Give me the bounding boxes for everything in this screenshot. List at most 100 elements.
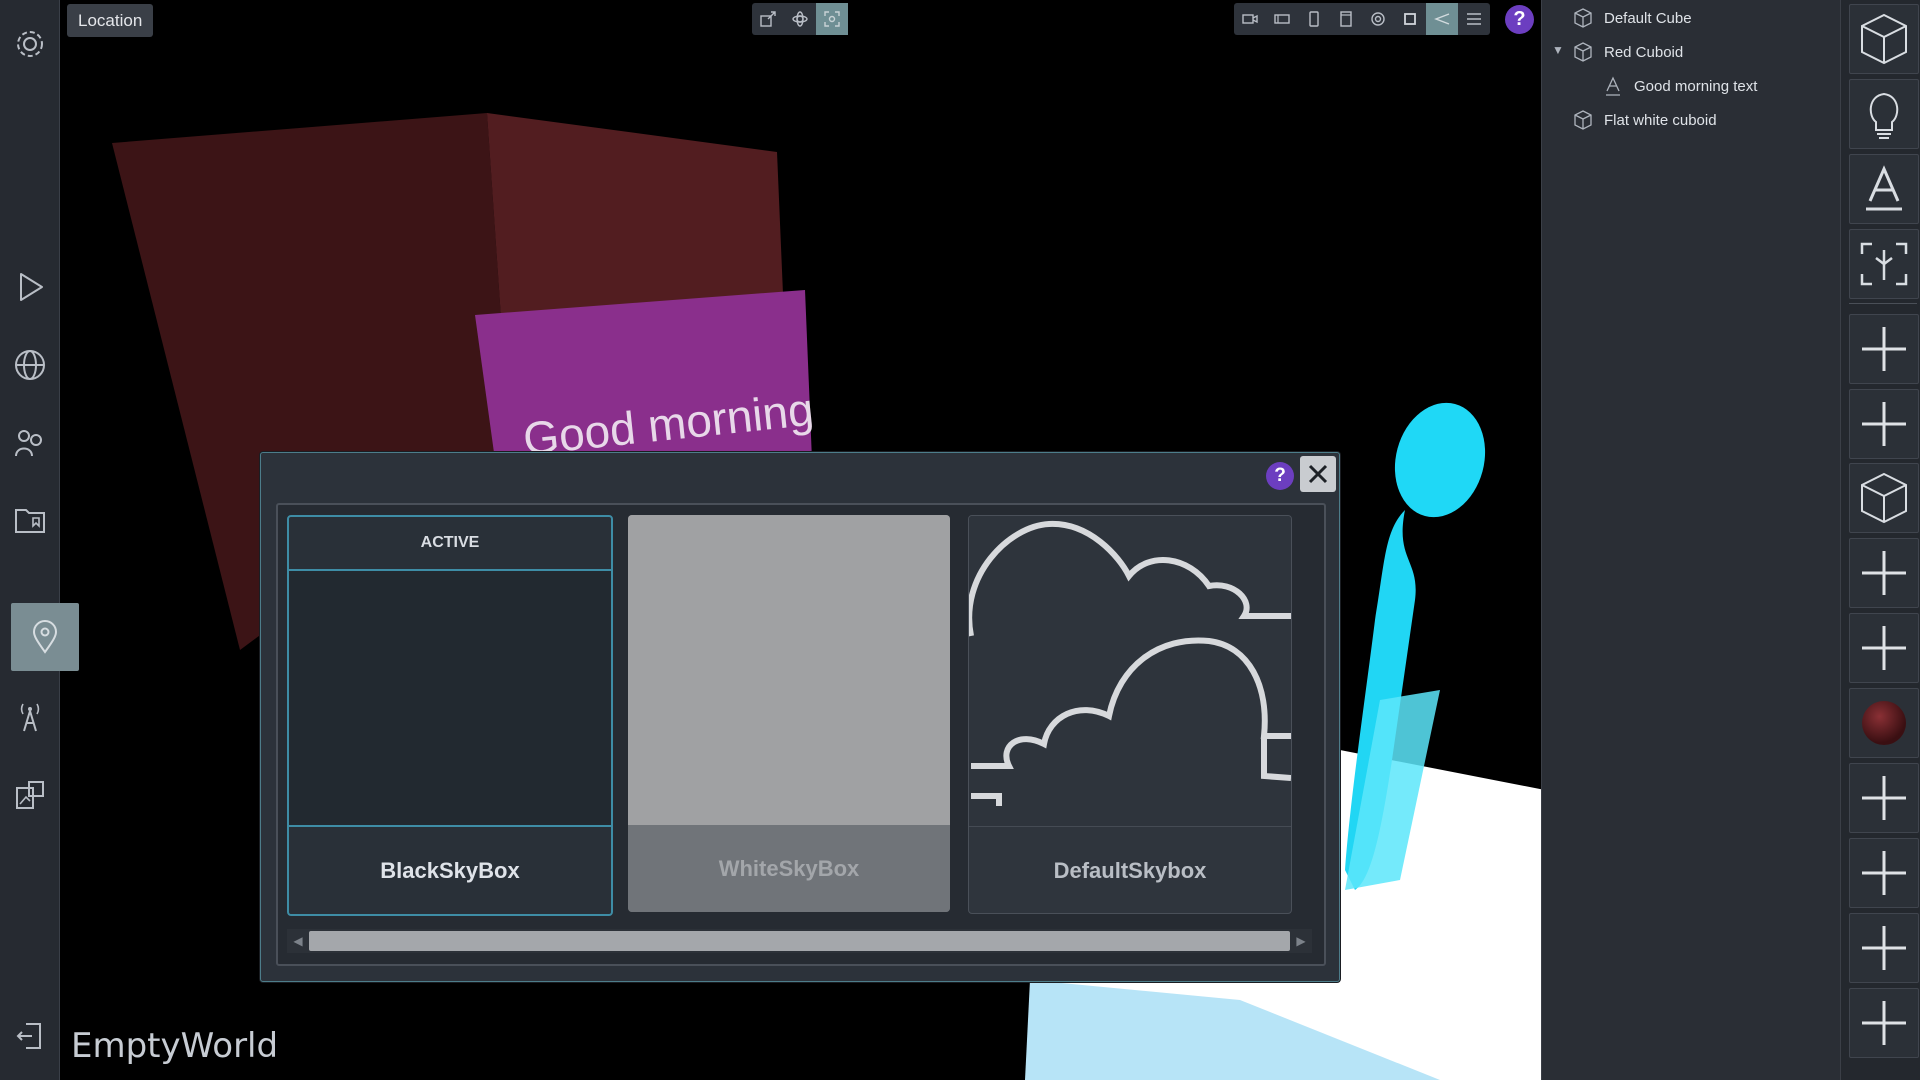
- phone-icon: [1309, 11, 1319, 27]
- add-slot-button[interactable]: [1849, 389, 1919, 459]
- add-text-button[interactable]: [1849, 154, 1919, 224]
- files-button[interactable]: [6, 496, 54, 544]
- add-slot-button[interactable]: [1849, 913, 1919, 983]
- broadcast-button[interactable]: [6, 693, 54, 741]
- add-object-button[interactable]: [1849, 229, 1919, 299]
- play-button[interactable]: [6, 263, 54, 311]
- view-toolbar: [1234, 3, 1490, 35]
- scroll-left-icon[interactable]: ◀: [287, 929, 309, 953]
- left-toolbar: [0, 0, 79, 1080]
- plus-icon: [1862, 402, 1906, 446]
- transform-toolbar: [752, 3, 848, 35]
- scroll-right-icon[interactable]: ▶: [1290, 929, 1312, 953]
- dialog-help-button[interactable]: ?: [1266, 462, 1294, 490]
- gear-icon: [17, 31, 43, 57]
- skybox-thumbnail: [628, 515, 950, 825]
- scene-hierarchy-panel: Default Cube ▼ Red Cuboid Good morning t…: [1541, 0, 1841, 1080]
- puzzle-icon: [16, 781, 44, 809]
- menu-button[interactable]: [1458, 3, 1490, 35]
- skybox-name: WhiteSkyBox: [628, 825, 950, 912]
- people-icon: [15, 430, 42, 457]
- cube-icon: [1574, 42, 1592, 62]
- hierarchy-item-good-morning-text[interactable]: Good morning text: [1602, 71, 1757, 101]
- add-cube-button[interactable]: [1849, 4, 1919, 74]
- hierarchy-item-label: Good morning text: [1634, 77, 1758, 95]
- location-pin-icon: [32, 620, 58, 654]
- collapse-panel-button[interactable]: [1426, 3, 1458, 35]
- square-icon: [1404, 13, 1416, 25]
- skybox-name: BlackSkyBox: [380, 858, 520, 883]
- text-icon: [1866, 165, 1902, 211]
- scale-tool-button[interactable]: [752, 3, 784, 35]
- skybox-card-default[interactable]: DefaultSkybox: [968, 515, 1292, 914]
- skybox-card-white[interactable]: WhiteSkyBox: [628, 515, 950, 912]
- divider: [1849, 303, 1917, 304]
- chevron-left-icon: [1434, 13, 1450, 25]
- lightbulb-icon: [1869, 92, 1899, 139]
- tablet-view-button[interactable]: [1330, 3, 1362, 35]
- screen-icon: [1274, 14, 1290, 24]
- plus-icon: [1862, 851, 1906, 895]
- hierarchy-item-default-cube[interactable]: Default Cube: [1572, 3, 1692, 33]
- model-icon: [1860, 242, 1908, 286]
- screen-view-button[interactable]: [1266, 3, 1298, 35]
- skybox-name: DefaultSkybox: [969, 826, 1291, 913]
- add-slot-button[interactable]: [1849, 838, 1919, 908]
- hierarchy-item-red-cuboid[interactable]: Red Cuboid: [1572, 37, 1683, 67]
- frame-view-button[interactable]: [1394, 3, 1426, 35]
- camera-view-button[interactable]: [1234, 3, 1266, 35]
- cube-icon: [1861, 472, 1907, 524]
- world-name: EmptyWorld: [71, 1026, 279, 1066]
- add-slot-button[interactable]: [1849, 314, 1919, 384]
- move-icon: [824, 11, 840, 27]
- hierarchy-item-flat-white-cuboid[interactable]: Flat white cuboid: [1572, 105, 1717, 135]
- location-button[interactable]: [11, 603, 79, 671]
- hierarchy-item-label: Red Cuboid: [1604, 43, 1684, 61]
- horizontal-scrollbar[interactable]: ◀ ▶: [287, 929, 1312, 953]
- antenna-icon: [20, 703, 40, 732]
- expand-caret-icon[interactable]: ▼: [1552, 43, 1564, 57]
- hamburger-icon: [1467, 13, 1481, 25]
- clouds-icon: [969, 520, 1291, 806]
- plus-icon: [1862, 626, 1906, 670]
- text-icon: [1606, 76, 1620, 96]
- orbit-view-button[interactable]: [1362, 3, 1394, 35]
- plus-icon: [1862, 776, 1906, 820]
- hierarchy-item-label: Flat white cuboid: [1604, 111, 1717, 129]
- help-button[interactable]: ?: [1505, 5, 1534, 34]
- world-button[interactable]: [6, 341, 54, 389]
- plugins-button[interactable]: [6, 771, 54, 819]
- globe-icon: [15, 350, 45, 380]
- plus-icon: [1862, 551, 1906, 595]
- skybox-thumbnail: [969, 516, 1291, 826]
- active-badge: ACTIVE: [289, 517, 611, 571]
- target-icon: [1371, 12, 1385, 26]
- plus-icon: [1862, 1001, 1906, 1045]
- add-cube-button[interactable]: [1849, 463, 1919, 533]
- scale-icon: [760, 11, 776, 27]
- add-slot-button[interactable]: [1849, 763, 1919, 833]
- add-slot-button[interactable]: [1849, 538, 1919, 608]
- cube-icon: [1574, 110, 1592, 130]
- folder-icon: [15, 509, 45, 533]
- sphere-icon: [1862, 701, 1906, 745]
- settings-button[interactable]: [6, 20, 54, 68]
- scroll-thumb[interactable]: [309, 931, 1290, 951]
- rotate-tool-button[interactable]: [784, 3, 816, 35]
- add-slot-button[interactable]: [1849, 613, 1919, 683]
- close-icon: [1308, 464, 1328, 484]
- avatars-button[interactable]: [6, 418, 54, 466]
- plus-icon: [1862, 327, 1906, 371]
- exit-button[interactable]: [6, 1012, 54, 1060]
- add-slot-button[interactable]: [1849, 988, 1919, 1058]
- cube-icon: [1574, 8, 1592, 28]
- move-tool-button[interactable]: [816, 3, 848, 35]
- skybox-card-black[interactable]: ACTIVE BlackSkyBox: [287, 515, 613, 916]
- location-tooltip: Location: [67, 4, 154, 37]
- dialog-close-button[interactable]: [1300, 456, 1336, 492]
- add-object-strip: [1840, 0, 1920, 1080]
- phone-view-button[interactable]: [1298, 3, 1330, 35]
- add-sphere-button[interactable]: [1849, 688, 1919, 758]
- camera-icon: [1242, 14, 1258, 24]
- add-light-button[interactable]: [1849, 79, 1919, 149]
